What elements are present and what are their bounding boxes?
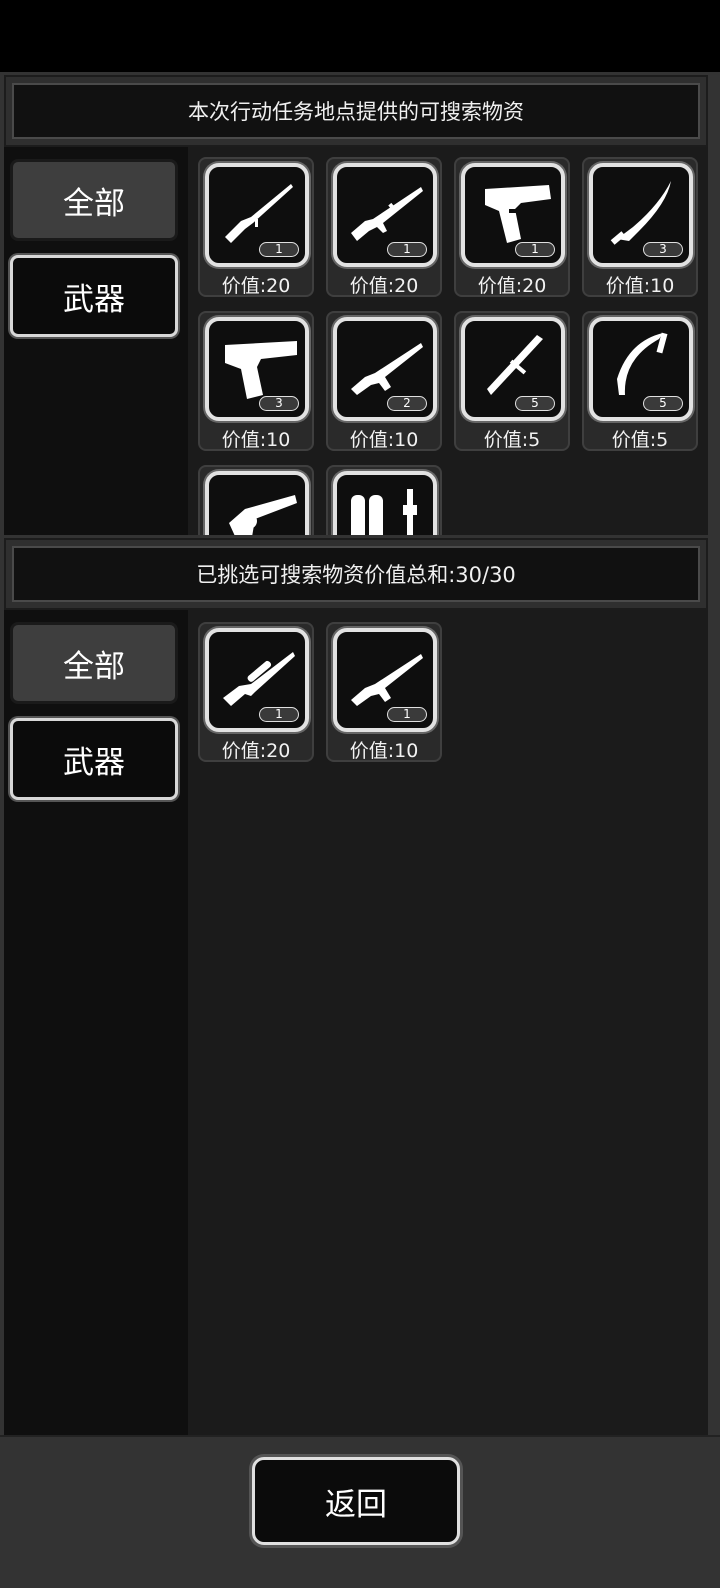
selected-value-total: 已挑选可搜索物资价值总和:30/30 (12, 546, 700, 602)
available-item[interactable]: 5 价值:5 (454, 311, 570, 451)
item-value: 价值:10 (221, 429, 291, 451)
selected-item[interactable]: 1 价值:20 (198, 622, 314, 762)
item-value: 价值:5 (611, 429, 669, 451)
available-item[interactable]: 3 价值:10 (582, 157, 698, 297)
quantity-badge: 1 (515, 242, 555, 257)
bottom-category-column: 全部 武器 (4, 610, 188, 1435)
item-value: 价值:10 (349, 429, 419, 451)
item-value: 价值:20 (477, 275, 547, 297)
assault-rifle-icon (351, 187, 423, 241)
available-item[interactable]: 1 价值:20 (326, 157, 442, 297)
selected-item[interactable]: 1 价值:10 (326, 622, 442, 762)
item-value: 价值:20 (221, 275, 291, 297)
status-bar (0, 0, 720, 72)
available-supplies-title: 本次行动任务地点提供的可搜索物资 (12, 83, 700, 139)
ak-rifle-icon (351, 343, 423, 395)
available-item[interactable]: 2 价值:10 (326, 311, 442, 451)
available-supplies-header: 本次行动任务地点提供的可搜索物资 (4, 75, 708, 147)
item-value: 价值:10 (349, 740, 419, 762)
machete-icon (610, 181, 671, 245)
kama-sickle-icon (617, 332, 668, 395)
quantity-badge: 1 (387, 242, 427, 257)
rifle-icon (225, 184, 293, 243)
bottom-tab-all[interactable]: 全部 (10, 622, 178, 704)
selected-items-grid: 1 价值:20 1 价值:10 (188, 610, 708, 1435)
back-button[interactable]: 返回 (252, 1457, 460, 1545)
available-item[interactable]: 3 价值:10 (198, 311, 314, 451)
available-item[interactable]: 5 价值:5 (582, 311, 698, 451)
top-tab-weapons[interactable]: 武器 (10, 255, 178, 337)
available-item[interactable] (198, 465, 314, 535)
desert-eagle-icon (225, 341, 297, 399)
quantity-badge: 3 (259, 396, 299, 411)
sniper-rifle-icon (223, 652, 295, 706)
top-category-column: 全部 武器 (4, 147, 188, 535)
item-value: 价值:20 (221, 740, 291, 762)
quantity-badge: 1 (387, 707, 427, 722)
quantity-badge: 2 (387, 396, 427, 411)
baton-icon (487, 335, 543, 395)
ak-rifle-icon (351, 654, 423, 706)
item-value: 价值:10 (605, 275, 675, 297)
top-tab-all[interactable]: 全部 (10, 159, 178, 241)
quantity-badge: 3 (643, 242, 683, 257)
available-item[interactable] (326, 465, 442, 535)
revolver-icon (229, 495, 297, 535)
quantity-badge: 5 (643, 396, 683, 411)
available-item[interactable]: 1 价值:20 (454, 157, 570, 297)
quantity-badge: 1 (259, 242, 299, 257)
bottom-tab-weapons[interactable]: 武器 (10, 718, 178, 800)
item-value: 价值:20 (349, 275, 419, 297)
selected-supplies-header: 已挑选可搜索物资价值总和:30/30 (4, 538, 708, 610)
rocket-launcher-icon (351, 489, 417, 535)
item-value: 价值:5 (483, 429, 541, 451)
available-items-grid: 1 价值:20 1 价值:20 1 价值:20 3 价值:10 3 价值:10 … (188, 147, 708, 535)
quantity-badge: 1 (259, 707, 299, 722)
available-item[interactable]: 1 价值:20 (198, 157, 314, 297)
quantity-badge: 5 (515, 396, 555, 411)
pistol-icon (485, 185, 551, 243)
